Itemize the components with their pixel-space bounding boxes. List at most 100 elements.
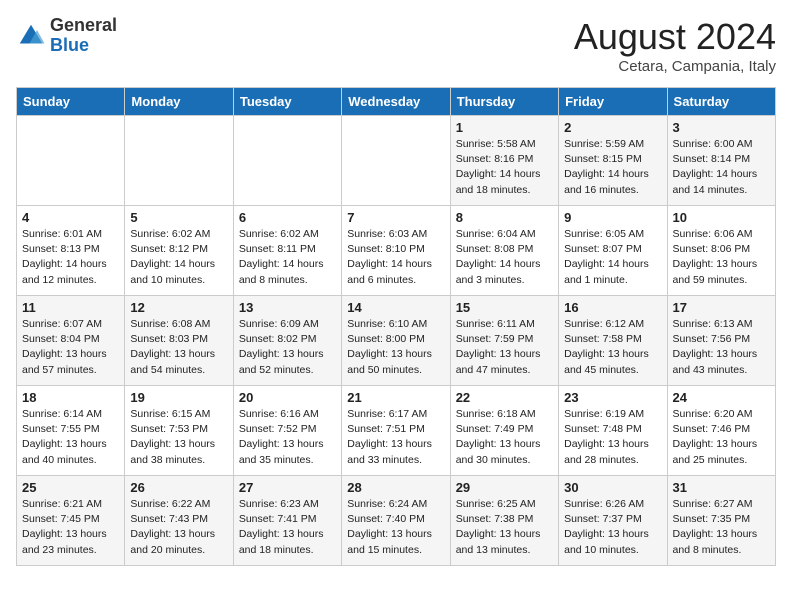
header-day-tuesday: Tuesday bbox=[233, 88, 341, 116]
calendar-cell: 15Sunrise: 6:11 AMSunset: 7:59 PMDayligh… bbox=[450, 296, 558, 386]
cell-content: Sunrise: 6:24 AMSunset: 7:40 PMDaylight:… bbox=[347, 497, 444, 558]
calendar-cell: 30Sunrise: 6:26 AMSunset: 7:37 PMDayligh… bbox=[559, 476, 667, 566]
cell-content: Sunrise: 5:58 AMSunset: 8:16 PMDaylight:… bbox=[456, 137, 553, 198]
cell-content: Sunrise: 6:04 AMSunset: 8:08 PMDaylight:… bbox=[456, 227, 553, 288]
cell-content: Sunrise: 6:08 AMSunset: 8:03 PMDaylight:… bbox=[130, 317, 227, 378]
cell-content: Sunrise: 6:06 AMSunset: 8:06 PMDaylight:… bbox=[673, 227, 770, 288]
calendar-cell: 26 Sunrise: 6:22 AMSunset: 7:43 PMDayligh… bbox=[125, 476, 233, 566]
calendar-cell: 28 Sunrise: 6:24 AMSunset: 7:40 PMDayligh… bbox=[342, 476, 450, 566]
calendar-cell: 4 Sunrise: 6:01 AMSunset: 8:13 PMDaylight… bbox=[17, 206, 125, 296]
cell-content: Sunrise: 6:22 AMSunset: 7:43 PMDaylight:… bbox=[130, 497, 227, 558]
calendar-cell: 16Sunrise: 6:12 AMSunset: 7:58 PMDayligh… bbox=[559, 296, 667, 386]
day-number: 23 bbox=[564, 390, 661, 405]
day-number: 22 bbox=[456, 390, 553, 405]
logo-icon bbox=[16, 21, 46, 51]
week-row-1: 1 Sunrise: 5:58 AMSunset: 8:16 PMDaylight… bbox=[17, 116, 776, 206]
calendar-cell bbox=[233, 116, 341, 206]
cell-content: Sunrise: 6:20 AMSunset: 7:46 PMDaylight:… bbox=[673, 407, 770, 468]
logo-text: General Blue bbox=[50, 16, 117, 56]
calendar-cell bbox=[342, 116, 450, 206]
header: General Blue August 2024 Cetara, Campani… bbox=[16, 16, 776, 75]
week-row-5: 25 Sunrise: 6:21 AMSunset: 7:45 PMDayligh… bbox=[17, 476, 776, 566]
day-number: 26 bbox=[130, 480, 227, 495]
calendar-cell: 21Sunrise: 6:17 AMSunset: 7:51 PMDayligh… bbox=[342, 386, 450, 476]
calendar-cell: 20Sunrise: 6:16 AMSunset: 7:52 PMDayligh… bbox=[233, 386, 341, 476]
cell-content: Sunrise: 6:02 AMSunset: 8:12 PMDaylight:… bbox=[130, 227, 227, 288]
header-day-friday: Friday bbox=[559, 88, 667, 116]
cell-content: Sunrise: 6:23 AMSunset: 7:41 PMDaylight:… bbox=[239, 497, 336, 558]
day-number: 30 bbox=[564, 480, 661, 495]
logo-general-text: General bbox=[50, 16, 117, 36]
calendar-cell bbox=[125, 116, 233, 206]
day-number: 13 bbox=[239, 300, 336, 315]
day-number: 14 bbox=[347, 300, 444, 315]
calendar-cell: 23Sunrise: 6:19 AMSunset: 7:48 PMDayligh… bbox=[559, 386, 667, 476]
calendar-cell bbox=[17, 116, 125, 206]
calendar-cell: 11 Sunrise: 6:07 AMSunset: 8:04 PMDayligh… bbox=[17, 296, 125, 386]
day-number: 7 bbox=[347, 210, 444, 225]
cell-content: Sunrise: 6:27 AMSunset: 7:35 PMDaylight:… bbox=[673, 497, 770, 558]
header-row: SundayMondayTuesdayWednesdayThursdayFrid… bbox=[17, 88, 776, 116]
day-number: 27 bbox=[239, 480, 336, 495]
cell-content: Sunrise: 6:11 AMSunset: 7:59 PMDaylight:… bbox=[456, 317, 553, 378]
cell-content: Sunrise: 6:12 AMSunset: 7:58 PMDaylight:… bbox=[564, 317, 661, 378]
cell-content: Sunrise: 6:18 AMSunset: 7:49 PMDaylight:… bbox=[456, 407, 553, 468]
day-number: 18 bbox=[22, 390, 119, 405]
day-number: 19 bbox=[130, 390, 227, 405]
cell-content: Sunrise: 6:00 AMSunset: 8:14 PMDaylight:… bbox=[673, 137, 770, 198]
day-number: 24 bbox=[673, 390, 770, 405]
calendar-cell: 13 Sunrise: 6:09 AMSunset: 8:02 PMDayligh… bbox=[233, 296, 341, 386]
calendar-cell: 22 Sunrise: 6:18 AMSunset: 7:49 PMDayligh… bbox=[450, 386, 558, 476]
cell-content: Sunrise: 6:14 AMSunset: 7:55 PMDaylight:… bbox=[22, 407, 119, 468]
cell-content: Sunrise: 6:05 AMSunset: 8:07 PMDaylight:… bbox=[564, 227, 661, 288]
title-area: August 2024 Cetara, Campania, Italy bbox=[574, 16, 776, 75]
calendar-body: 1 Sunrise: 5:58 AMSunset: 8:16 PMDaylight… bbox=[17, 116, 776, 566]
day-number: 28 bbox=[347, 480, 444, 495]
calendar-cell: 17 Sunrise: 6:13 AMSunset: 7:56 PMDayligh… bbox=[667, 296, 775, 386]
day-number: 5 bbox=[130, 210, 227, 225]
day-number: 1 bbox=[456, 120, 553, 135]
calendar-cell: 7 Sunrise: 6:03 AMSunset: 8:10 PMDaylight… bbox=[342, 206, 450, 296]
day-number: 31 bbox=[673, 480, 770, 495]
header-day-wednesday: Wednesday bbox=[342, 88, 450, 116]
logo: General Blue bbox=[16, 16, 117, 56]
calendar-table: SundayMondayTuesdayWednesdayThursdayFrid… bbox=[16, 87, 776, 566]
day-number: 17 bbox=[673, 300, 770, 315]
calendar-cell: 14Sunrise: 6:10 AMSunset: 8:00 PMDayligh… bbox=[342, 296, 450, 386]
cell-content: Sunrise: 6:03 AMSunset: 8:10 PMDaylight:… bbox=[347, 227, 444, 288]
cell-content: Sunrise: 6:21 AMSunset: 7:45 PMDaylight:… bbox=[22, 497, 119, 558]
week-row-4: 18 Sunrise: 6:14 AMSunset: 7:55 PMDayligh… bbox=[17, 386, 776, 476]
cell-content: Sunrise: 6:15 AMSunset: 7:53 PMDaylight:… bbox=[130, 407, 227, 468]
calendar-cell: 10 Sunrise: 6:06 AMSunset: 8:06 PMDayligh… bbox=[667, 206, 775, 296]
day-number: 25 bbox=[22, 480, 119, 495]
calendar-cell: 12 Sunrise: 6:08 AMSunset: 8:03 PMDayligh… bbox=[125, 296, 233, 386]
day-number: 4 bbox=[22, 210, 119, 225]
day-number: 2 bbox=[564, 120, 661, 135]
calendar-cell: 18 Sunrise: 6:14 AMSunset: 7:55 PMDayligh… bbox=[17, 386, 125, 476]
header-day-thursday: Thursday bbox=[450, 88, 558, 116]
header-day-sunday: Sunday bbox=[17, 88, 125, 116]
cell-content: Sunrise: 6:09 AMSunset: 8:02 PMDaylight:… bbox=[239, 317, 336, 378]
day-number: 11 bbox=[22, 300, 119, 315]
cell-content: Sunrise: 6:07 AMSunset: 8:04 PMDaylight:… bbox=[22, 317, 119, 378]
calendar-cell: 27 Sunrise: 6:23 AMSunset: 7:41 PMDayligh… bbox=[233, 476, 341, 566]
calendar-cell: 3Sunrise: 6:00 AMSunset: 8:14 PMDaylight… bbox=[667, 116, 775, 206]
day-number: 10 bbox=[673, 210, 770, 225]
cell-content: Sunrise: 6:01 AMSunset: 8:13 PMDaylight:… bbox=[22, 227, 119, 288]
calendar-cell: 1 Sunrise: 5:58 AMSunset: 8:16 PMDaylight… bbox=[450, 116, 558, 206]
cell-content: Sunrise: 6:13 AMSunset: 7:56 PMDaylight:… bbox=[673, 317, 770, 378]
calendar-cell: 6Sunrise: 6:02 AMSunset: 8:11 PMDaylight… bbox=[233, 206, 341, 296]
calendar-cell: 19 Sunrise: 6:15 AMSunset: 7:53 PMDayligh… bbox=[125, 386, 233, 476]
calendar-cell: 5 Sunrise: 6:02 AMSunset: 8:12 PMDaylight… bbox=[125, 206, 233, 296]
calendar-cell: 24 Sunrise: 6:20 AMSunset: 7:46 PMDayligh… bbox=[667, 386, 775, 476]
day-number: 12 bbox=[130, 300, 227, 315]
day-number: 6 bbox=[239, 210, 336, 225]
day-number: 21 bbox=[347, 390, 444, 405]
calendar-header: SundayMondayTuesdayWednesdayThursdayFrid… bbox=[17, 88, 776, 116]
calendar-cell: 9Sunrise: 6:05 AMSunset: 8:07 PMDaylight… bbox=[559, 206, 667, 296]
calendar-cell: 2 Sunrise: 5:59 AMSunset: 8:15 PMDaylight… bbox=[559, 116, 667, 206]
cell-content: Sunrise: 5:59 AMSunset: 8:15 PMDaylight:… bbox=[564, 137, 661, 198]
calendar-cell: 29Sunrise: 6:25 AMSunset: 7:38 PMDayligh… bbox=[450, 476, 558, 566]
week-row-2: 4 Sunrise: 6:01 AMSunset: 8:13 PMDaylight… bbox=[17, 206, 776, 296]
calendar-cell: 8Sunrise: 6:04 AMSunset: 8:08 PMDaylight… bbox=[450, 206, 558, 296]
